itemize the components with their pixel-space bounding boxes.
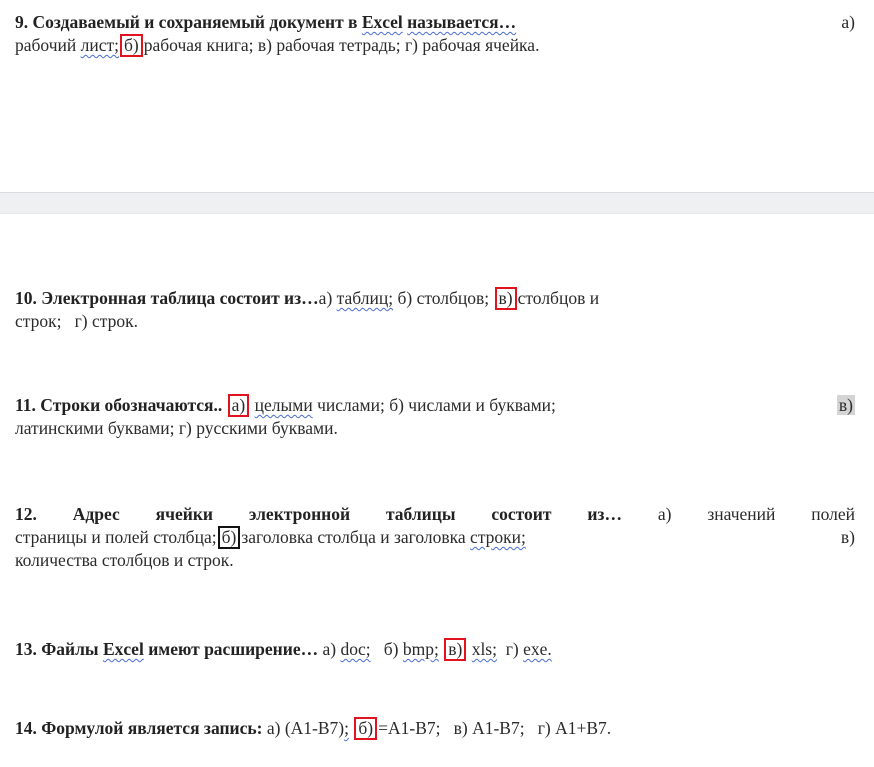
question-14-line-1: 14. Формулой является запись: а) (A1-B7)… (15, 717, 855, 740)
question-9-option-a-text: рабочий (15, 35, 77, 55)
question-10-option-b: б) столбцов; (397, 288, 490, 308)
question-12-option-b-text: заголовка столбца и заголовка (241, 527, 466, 547)
question-11-option-v-label: в) (836, 394, 855, 417)
question-14: 14. Формулой является запись: а) (A1-B7)… (15, 717, 855, 740)
question-10-line-2: строк; г) строк. (15, 310, 855, 333)
question-12-line-3: количества столбцов и строк. (15, 549, 855, 572)
question-14-option-a-sep: ; (344, 718, 350, 738)
question-9-option-g: г) рабочая ячейка. (404, 35, 540, 55)
question-10-option-a-label: а) (318, 288, 333, 308)
question-10-option-v-cont: строк; (15, 311, 62, 331)
question-14-option-a-label: а) (A1-B7) (266, 718, 345, 738)
answer-mark-q11: а) (227, 394, 250, 417)
question-11-line-1: 11. Строки обозначаются.. а) целыми числ… (15, 394, 855, 417)
document-page-top: 9. Создаваемый и сохраняемый документ в … (0, 0, 874, 192)
question-13-option-v-word: xls; (471, 639, 497, 659)
question-9-line-2: рабочий лист; б) рабочая книга; в) рабочая… (15, 34, 855, 57)
question-9-line-1: 9. Создаваемый и сохраняемый документ в … (15, 11, 855, 34)
question-9-option-b-text: рабочая книга; (143, 35, 254, 55)
question-13-option-a-word: doc; (340, 639, 371, 659)
question-12-option-v-label: в) (840, 527, 855, 547)
page-break-gap (0, 192, 874, 214)
question-13-title-end: имеют расширение… (148, 639, 319, 659)
question-12: 12. Адрес ячейки электронной таблицы сос… (15, 503, 855, 572)
question-9-option-a-label: а) (841, 12, 855, 32)
question-14-option-g: г) A1+B7. (537, 718, 612, 738)
question-11-option-v-label-text: в) (836, 395, 855, 415)
question-10-option-g: г) строк. (74, 311, 139, 331)
answer-mark-q12: б) (217, 526, 241, 549)
question-12-title: 12. Адрес ячейки электронной таблицы сос… (15, 504, 622, 524)
question-13-excel: Excel (102, 639, 144, 659)
question-10-option-v-text: столбцов и (517, 288, 600, 308)
question-12-option-a-cont: страницы и полей столбца; (15, 527, 217, 547)
question-13-option-g-word: exe. (523, 639, 552, 659)
question-11-option-v-text: латинскими буквами; (15, 418, 175, 438)
answer-mark-q10: в) (494, 287, 517, 310)
question-9-title: 9. Создаваемый и сохраняемый документ в (15, 12, 358, 32)
question-12-line-2: страницы и полей столбца; б) заголовка сто… (15, 526, 855, 549)
question-12-line-1: 12. Адрес ячейки электронной таблицы сос… (15, 503, 855, 526)
question-9-option-a-word: лист; (80, 35, 120, 55)
question-14-option-b-text: =A1-B7; (378, 718, 441, 738)
question-12-option-b-word: строки; (470, 527, 526, 547)
question-13-option-g-label: г) (505, 639, 519, 659)
question-13-title-start: 13. Файлы (15, 639, 99, 659)
answer-mark-q14: б) (354, 717, 378, 740)
question-14-title: 14. Формулой является запись: (15, 718, 263, 738)
question-11-option-a-word: целыми (254, 395, 313, 415)
question-13-option-a-label: а) (322, 639, 337, 659)
question-14-option-v: в) A1-B7; (453, 718, 525, 738)
question-9-option-v: в) рабочая тетрадь; (257, 35, 401, 55)
question-11-option-b: б) числами и буквами; (389, 395, 556, 415)
question-11-option-a-text: числами; (317, 395, 385, 415)
question-13-option-b-word: bmp; (402, 639, 439, 659)
question-13-option-b-label: б) (383, 639, 399, 659)
question-10-option-a-word: таблиц; (336, 288, 394, 308)
answer-mark-q13: в) (444, 638, 467, 661)
question-11-line-2: латинскими буквами; г) русскими буквами. (15, 417, 855, 440)
document-page-bottom: 10. Электронная таблица состоит из…а) та… (0, 214, 874, 767)
question-11-option-g: г) русскими буквами. (178, 418, 338, 438)
question-9: 9. Создаваемый и сохраняемый документ в … (15, 11, 855, 57)
answer-mark-q9: б) (120, 34, 143, 57)
question-12-option-v-text: количества столбцов и строк. (15, 550, 234, 570)
question-10-line-1: 10. Электронная таблица состоит из…а) та… (15, 287, 855, 310)
question-10-title: 10. Электронная таблица состоит из… (15, 288, 319, 308)
question-11: 11. Строки обозначаются.. а) целыми числ… (15, 394, 855, 440)
question-10: 10. Электронная таблица состоит из…а) та… (15, 287, 855, 333)
question-11-title: 11. Строки обозначаются.. (15, 395, 223, 415)
question-12-option-a: а) значений полей (657, 504, 855, 524)
question-13-line-1: 13. Файлы Excel имеют расширение… а) doc… (15, 638, 855, 661)
question-9-excel: Excel (361, 12, 403, 32)
question-9-title-end: называется… (407, 12, 517, 32)
question-13: 13. Файлы Excel имеют расширение… а) doc… (15, 638, 855, 661)
